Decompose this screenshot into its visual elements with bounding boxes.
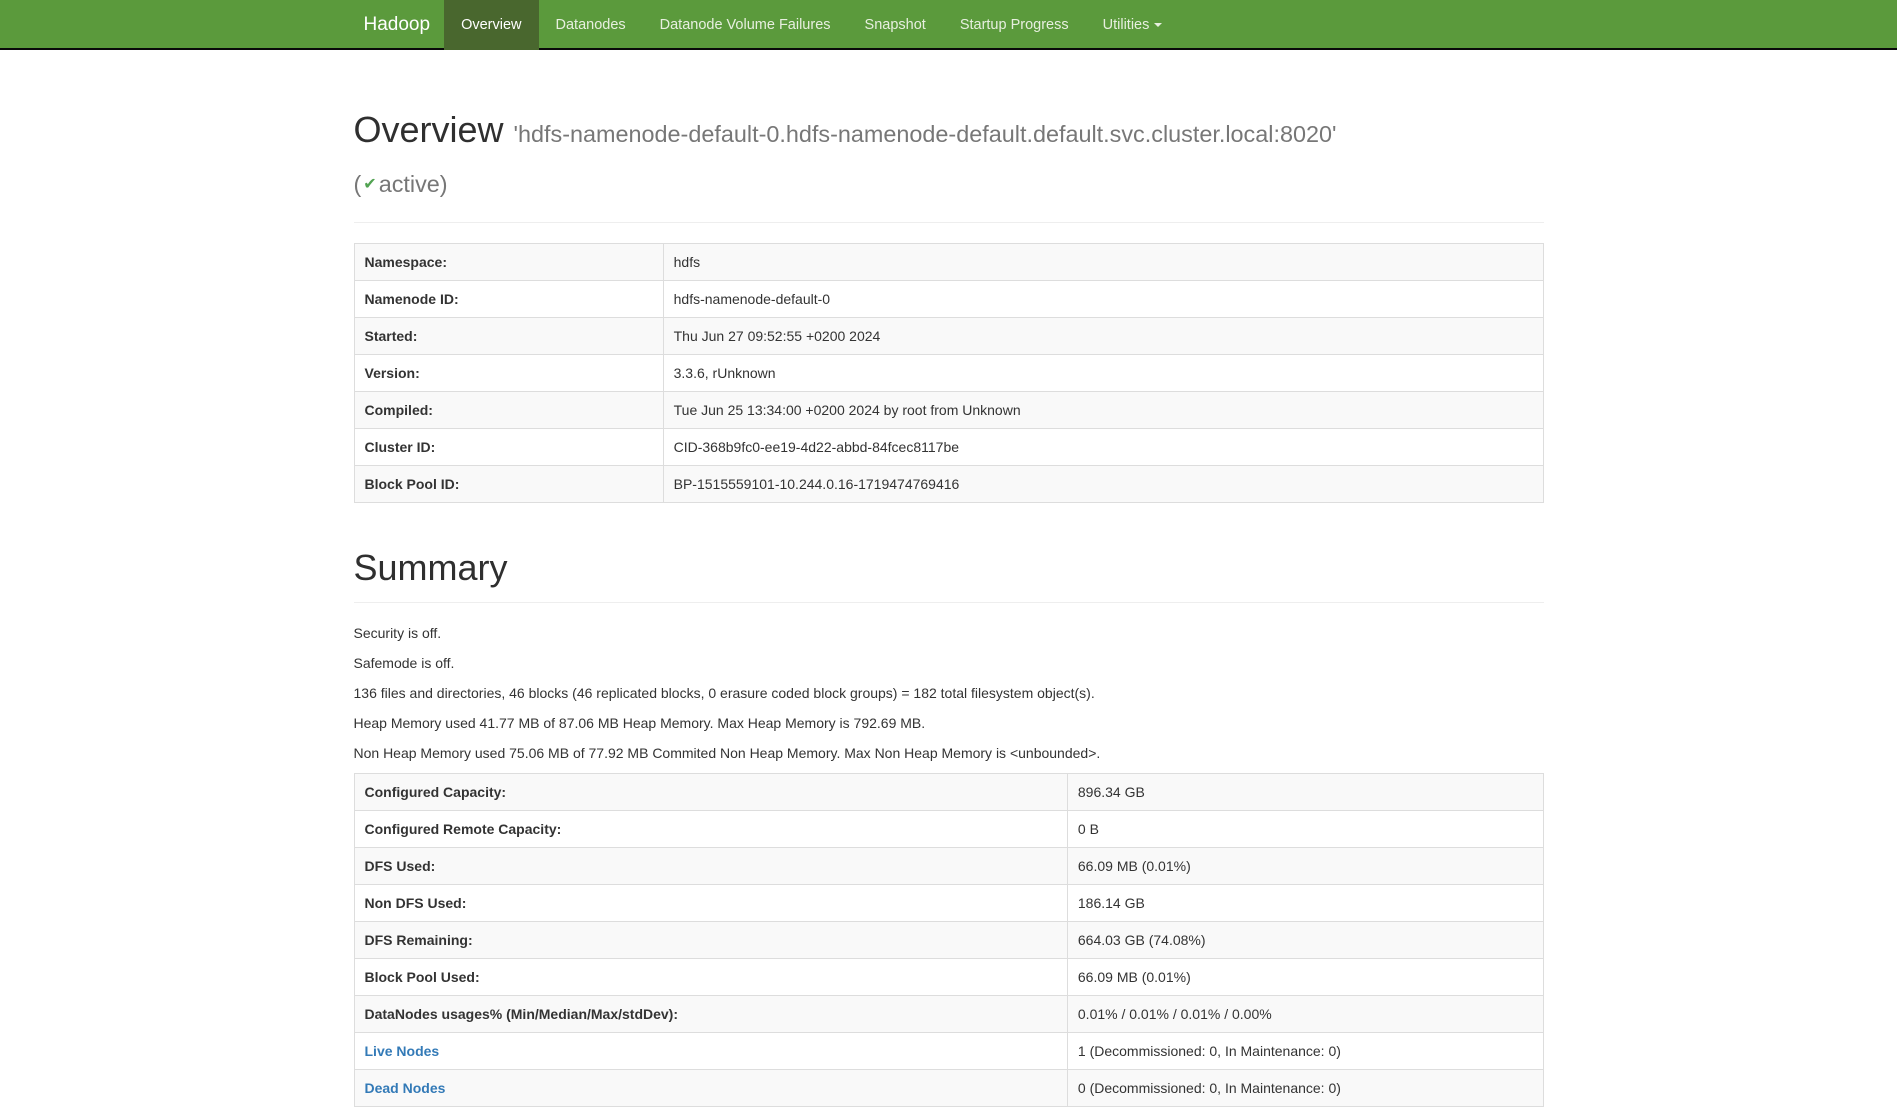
table-row: Live Nodes 1 (Decommissioned: 0, In Main…	[354, 1033, 1543, 1070]
dead-nodes-link[interactable]: Dead Nodes	[365, 1080, 446, 1096]
label-cell: Block Pool ID:	[354, 466, 663, 503]
value-cell: 1 (Decommissioned: 0, In Maintenance: 0)	[1067, 1033, 1543, 1070]
table-row: DataNodes usages% (Min/Median/Max/stdDev…	[354, 996, 1543, 1033]
value-cell: CID-368b9fc0-ee19-4d22-abbd-84fcec8117be	[663, 429, 1543, 466]
label-cell: Namespace:	[354, 244, 663, 281]
label-cell: Compiled:	[354, 392, 663, 429]
nav-item-overview[interactable]: Overview	[444, 0, 538, 50]
summary-table: Configured Capacity: 896.34 GB Configure…	[354, 773, 1544, 1107]
namenode-status: (✔active)	[354, 159, 1544, 213]
value-cell: hdfs-namenode-default-0	[663, 281, 1543, 318]
namenode-info-table: Namespace: hdfs Namenode ID: hdfs-nameno…	[354, 243, 1544, 503]
value-cell: 3.3.6, rUnknown	[663, 355, 1543, 392]
nav-item-startup-progress[interactable]: Startup Progress	[943, 0, 1086, 50]
label-cell: Cluster ID:	[354, 429, 663, 466]
nav-item-snapshot[interactable]: Snapshot	[848, 0, 943, 50]
table-row: Block Pool ID: BP-1515559101-10.244.0.16…	[354, 466, 1543, 503]
label-cell: Live Nodes	[354, 1033, 1067, 1070]
value-cell: 186.14 GB	[1067, 885, 1543, 922]
label-cell: DFS Used:	[354, 848, 1067, 885]
namenode-host: 'hdfs-namenode-default-0.hdfs-namenode-d…	[514, 121, 1337, 147]
nav-item-datanodes[interactable]: Datanodes	[539, 0, 643, 50]
label-cell: Version:	[354, 355, 663, 392]
page-title: Overview 'hdfs-namenode-default-0.hdfs-n…	[354, 105, 1544, 213]
value-cell: 0 (Decommissioned: 0, In Maintenance: 0)	[1067, 1070, 1543, 1107]
namenode-subtitle: 'hdfs-namenode-default-0.hdfs-namenode-d…	[354, 121, 1544, 213]
brand-hadoop[interactable]: Hadoop	[354, 0, 445, 50]
navbar-menu: Overview Datanodes Datanode Volume Failu…	[444, 0, 1179, 50]
label-cell: Configured Remote Capacity:	[354, 811, 1067, 848]
table-row: Configured Capacity: 896.34 GB	[354, 774, 1543, 811]
nav-item-utilities[interactable]: Utilities	[1086, 0, 1180, 50]
summary-title: Summary	[354, 543, 1544, 593]
summary-paragraph: Heap Memory used 41.77 MB of 87.06 MB He…	[354, 713, 1544, 733]
table-row: Namenode ID: hdfs-namenode-default-0	[354, 281, 1543, 318]
status-text: active)	[379, 171, 448, 197]
label-cell: Namenode ID:	[354, 281, 663, 318]
table-row: Version: 3.3.6, rUnknown	[354, 355, 1543, 392]
page-title-text: Overview	[354, 109, 504, 150]
summary-paragraph: Non Heap Memory used 75.06 MB of 77.92 M…	[354, 743, 1544, 763]
main-content: Overview 'hdfs-namenode-default-0.hdfs-n…	[354, 105, 1544, 1107]
caret-down-icon	[1154, 23, 1162, 27]
live-nodes-link[interactable]: Live Nodes	[365, 1043, 440, 1059]
value-cell: 0 B	[1067, 811, 1543, 848]
label-cell: Configured Capacity:	[354, 774, 1067, 811]
label-cell: Dead Nodes	[354, 1070, 1067, 1107]
table-row: DFS Remaining: 664.03 GB (74.08%)	[354, 922, 1543, 959]
label-cell: Non DFS Used:	[354, 885, 1067, 922]
value-cell: 664.03 GB (74.08%)	[1067, 922, 1543, 959]
label-cell: Block Pool Used:	[354, 959, 1067, 996]
value-cell: 66.09 MB (0.01%)	[1067, 848, 1543, 885]
table-row: Namespace: hdfs	[354, 244, 1543, 281]
table-row: Block Pool Used: 66.09 MB (0.01%)	[354, 959, 1543, 996]
table-row: Started: Thu Jun 27 09:52:55 +0200 2024	[354, 318, 1543, 355]
value-cell: Tue Jun 25 13:34:00 +0200 2024 by root f…	[663, 392, 1543, 429]
label-cell: DFS Remaining:	[354, 922, 1067, 959]
value-cell: 66.09 MB (0.01%)	[1067, 959, 1543, 996]
label-cell: Started:	[354, 318, 663, 355]
summary-paragraph: Safemode is off.	[354, 653, 1544, 673]
table-row: Cluster ID: CID-368b9fc0-ee19-4d22-abbd-…	[354, 429, 1543, 466]
summary-paragraphs: Security is off. Safemode is off. 136 fi…	[354, 623, 1544, 763]
summary-paragraph: Security is off.	[354, 623, 1544, 643]
summary-paragraph: 136 files and directories, 46 blocks (46…	[354, 683, 1544, 703]
table-row: DFS Used: 66.09 MB (0.01%)	[354, 848, 1543, 885]
value-cell: BP-1515559101-10.244.0.16-1719474769416	[663, 466, 1543, 503]
table-row: Dead Nodes 0 (Decommissioned: 0, In Main…	[354, 1070, 1543, 1107]
nav-item-datanode-volume-failures[interactable]: Datanode Volume Failures	[643, 0, 848, 50]
summary-page-header: Summary	[354, 543, 1544, 603]
table-row: Non DFS Used: 186.14 GB	[354, 885, 1543, 922]
check-icon: ✔	[363, 176, 376, 193]
overview-page-header: Overview 'hdfs-namenode-default-0.hdfs-n…	[354, 105, 1544, 223]
value-cell: 896.34 GB	[1067, 774, 1543, 811]
value-cell: hdfs	[663, 244, 1543, 281]
table-row: Configured Remote Capacity: 0 B	[354, 811, 1543, 848]
table-row: Compiled: Tue Jun 25 13:34:00 +0200 2024…	[354, 392, 1543, 429]
value-cell: Thu Jun 27 09:52:55 +0200 2024	[663, 318, 1543, 355]
navbar: Hadoop Overview Datanodes Datanode Volum…	[0, 0, 1897, 50]
value-cell: 0.01% / 0.01% / 0.01% / 0.00%	[1067, 996, 1543, 1033]
label-cell: DataNodes usages% (Min/Median/Max/stdDev…	[354, 996, 1067, 1033]
